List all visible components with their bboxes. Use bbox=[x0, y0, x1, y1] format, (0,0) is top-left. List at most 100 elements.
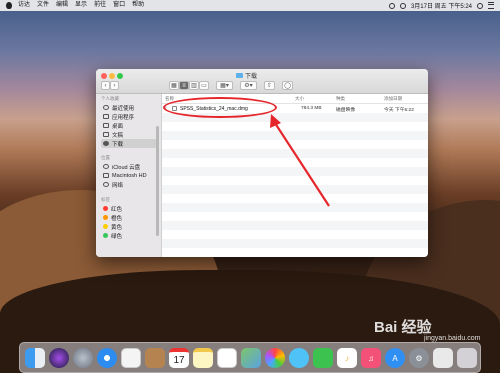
dock: 17 ♪ ♫ A ⚙ bbox=[19, 342, 481, 373]
maps-icon[interactable] bbox=[241, 348, 261, 368]
tag-dot-icon bbox=[103, 233, 108, 238]
menu-view[interactable]: 显示 bbox=[75, 0, 87, 11]
tag-button[interactable]: ◯ bbox=[282, 81, 293, 90]
notification-center-icon[interactable] bbox=[488, 2, 494, 9]
sidebar-item-label: Macintosh HD bbox=[112, 172, 147, 179]
column-header-kind[interactable]: 种类 bbox=[336, 96, 345, 102]
menu-go[interactable]: 前往 bbox=[94, 0, 106, 11]
sidebar-item-label: 最近使用 bbox=[112, 105, 135, 112]
sidebar-item-tag-red[interactable]: 红色 bbox=[101, 204, 157, 213]
sidebar-scrollbar[interactable] bbox=[156, 126, 159, 236]
notes-icon[interactable] bbox=[193, 348, 213, 368]
facetime-icon[interactable] bbox=[313, 348, 333, 368]
column-header-date-added[interactable]: 添加日期 bbox=[384, 96, 402, 102]
menu-edit[interactable]: 编辑 bbox=[56, 0, 68, 11]
icon-view-button[interactable]: ▦ bbox=[169, 81, 179, 90]
music-icon[interactable]: ♪ bbox=[337, 348, 357, 368]
menu-help[interactable]: 帮助 bbox=[132, 0, 144, 11]
sidebar-item-label: 下载 bbox=[112, 141, 124, 148]
sidebar-item-network[interactable]: 网络 bbox=[101, 180, 157, 189]
sidebar-item-label: 绿色 bbox=[111, 233, 123, 240]
mail-icon[interactable] bbox=[121, 348, 141, 368]
file-size: 784.3 MB bbox=[301, 106, 322, 111]
finder-icon[interactable] bbox=[25, 348, 45, 368]
share-icon: ⇧ bbox=[266, 83, 273, 89]
window-title: 下载 bbox=[236, 71, 257, 80]
launchpad-icon[interactable] bbox=[73, 348, 93, 368]
sidebar-item-icloud[interactable]: iCloud 云盘 bbox=[101, 162, 157, 171]
group-icon: ▦▾ bbox=[220, 83, 229, 89]
sidebar-item-applications[interactable]: 应用程序 bbox=[101, 112, 157, 121]
forward-chevron-icon: › bbox=[113, 82, 116, 89]
messages-icon[interactable] bbox=[289, 348, 309, 368]
empty-row bbox=[162, 131, 428, 140]
empty-row bbox=[162, 239, 428, 248]
sidebar-item-downloads[interactable]: 下载 bbox=[101, 139, 157, 148]
tag-dot-icon bbox=[103, 215, 108, 220]
trash-icon[interactable] bbox=[457, 348, 477, 368]
sidebar-item-label: 文稿 bbox=[112, 132, 124, 139]
empty-row bbox=[162, 149, 428, 158]
file-date-added: 今天 下午5:22 bbox=[384, 108, 414, 113]
globe-icon bbox=[103, 182, 109, 187]
preview-icon[interactable] bbox=[433, 348, 453, 368]
sidebar-item-label: 应用程序 bbox=[112, 114, 135, 121]
list-view-button[interactable]: ≡ bbox=[179, 81, 189, 90]
menu-window[interactable]: 窗口 bbox=[113, 0, 125, 11]
sidebar-header-tags: 标签 bbox=[101, 197, 110, 202]
group-menu-button[interactable]: ▦▾ bbox=[216, 81, 233, 90]
back-button[interactable]: ‹ bbox=[101, 81, 110, 90]
sidebar-item-desktop[interactable]: 桌面 bbox=[101, 121, 157, 130]
share-button[interactable]: ⇧ bbox=[264, 81, 275, 90]
forward-button[interactable]: › bbox=[110, 81, 119, 90]
siri-icon[interactable] bbox=[49, 348, 69, 368]
airplay-icon[interactable] bbox=[388, 2, 395, 9]
watermark-url: jingyan.baidu.com bbox=[424, 335, 481, 342]
gallery-view-button[interactable]: ▭ bbox=[199, 81, 209, 90]
highlight-ellipse bbox=[163, 97, 277, 118]
appstore-icon[interactable]: A bbox=[385, 348, 405, 368]
sidebar-item-label: 橙色 bbox=[111, 215, 123, 222]
disk-icon bbox=[103, 173, 109, 178]
menu-file[interactable]: 文件 bbox=[37, 0, 49, 11]
appstore-icon[interactable]: ♫ bbox=[361, 348, 381, 368]
sidebar-item-tag-green[interactable]: 绿色 bbox=[101, 231, 157, 240]
desktop-icon bbox=[103, 123, 109, 128]
apple-menu-icon[interactable] bbox=[6, 2, 12, 9]
sidebar-header-favorites: 个人收藏 bbox=[101, 96, 119, 101]
menu-finder[interactable]: 访达 bbox=[18, 0, 30, 11]
reminders-icon[interactable] bbox=[217, 348, 237, 368]
empty-row bbox=[162, 203, 428, 212]
sidebar-item-label: 黄色 bbox=[111, 224, 123, 231]
column-header-size[interactable]: 大小 bbox=[295, 96, 304, 102]
menu-clock[interactable]: 3月17日 周五 下午5:24 bbox=[411, 1, 472, 10]
folder-icon bbox=[236, 73, 243, 78]
action-menu-button[interactable]: ⚙▾ bbox=[240, 81, 257, 90]
window-title-text: 下载 bbox=[245, 74, 258, 80]
finder-window: 下载 ‹ › ▦ ≡ ▥ ▭ ▦▾ ⚙▾ ⇧ ◯ 个人收藏 最近使用 应用程序 … bbox=[96, 69, 428, 257]
sidebar-item-recents[interactable]: 最近使用 bbox=[101, 103, 157, 112]
safari-icon[interactable] bbox=[97, 348, 117, 368]
wifi-icon[interactable] bbox=[399, 2, 406, 9]
download-icon bbox=[103, 141, 109, 146]
gear-icon: ⚙▾ bbox=[244, 83, 253, 89]
preferences-icon[interactable]: ⚙ bbox=[409, 348, 429, 368]
zoom-button[interactable] bbox=[117, 73, 123, 79]
calendar-icon[interactable]: 17 bbox=[169, 348, 189, 368]
tag-dot-icon bbox=[103, 224, 108, 229]
close-button[interactable] bbox=[101, 73, 107, 79]
cloud-icon bbox=[103, 164, 109, 169]
column-view-button[interactable]: ▥ bbox=[189, 81, 199, 90]
sidebar-item-tag-yellow[interactable]: 黄色 bbox=[101, 222, 157, 231]
sidebar-item-documents[interactable]: 文稿 bbox=[101, 130, 157, 139]
sidebar-header-locations: 位置 bbox=[101, 155, 110, 160]
finder-sidebar: 个人收藏 最近使用 应用程序 桌面 文稿 下载 位置 iCloud 云盘 Mac… bbox=[96, 94, 162, 257]
photos-icon[interactable] bbox=[265, 348, 285, 368]
sidebar-item-tag-orange[interactable]: 橙色 bbox=[101, 213, 157, 222]
sidebar-item-macintosh-hd[interactable]: Macintosh HD bbox=[101, 171, 157, 180]
contacts-icon[interactable] bbox=[145, 348, 165, 368]
sidebar-item-label: 网络 bbox=[112, 182, 124, 189]
minimize-button[interactable] bbox=[109, 73, 115, 79]
search-icon[interactable] bbox=[477, 2, 483, 9]
list-icon: ≡ bbox=[182, 82, 186, 89]
